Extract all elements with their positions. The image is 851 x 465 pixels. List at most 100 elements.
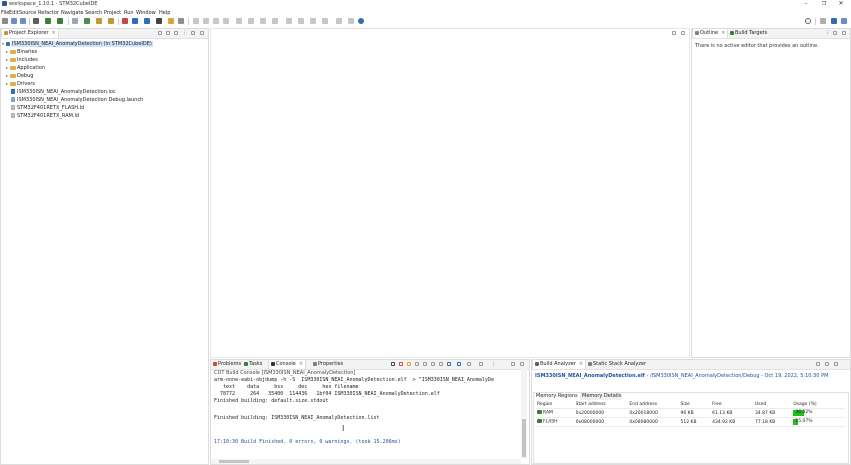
view-menu-icon[interactable]: ⋮: [182, 31, 187, 36]
open-console-icon[interactable]: [447, 362, 451, 366]
close-icon[interactable]: ×: [579, 361, 583, 367]
navigate-icon[interactable]: [310, 18, 316, 24]
maximize-view-icon[interactable]: [681, 31, 685, 35]
close-button[interactable]: ✕: [832, 0, 850, 8]
close-icon[interactable]: ×: [721, 30, 725, 36]
close-icon[interactable]: ×: [299, 361, 303, 367]
display-selected-icon[interactable]: [479, 362, 483, 366]
last-edit-icon[interactable]: [272, 18, 278, 24]
build-icon[interactable]: [33, 18, 39, 24]
console-dropdown-icon[interactable]: [467, 362, 471, 366]
view-menu-icon[interactable]: ⋮: [491, 362, 496, 367]
tab-build-analyzer[interactable]: Build Analyzer ×: [532, 360, 587, 369]
tree-item-includes[interactable]: ▸ Includes: [6, 56, 38, 64]
forward-icon[interactable]: [223, 18, 229, 24]
debug-launch-icon[interactable]: [144, 18, 150, 24]
tab-console[interactable]: Console ×: [268, 360, 307, 369]
tree-item-ioc[interactable]: ISM330ISN_NEAI_AnomalyDetection.ioc: [11, 88, 116, 96]
console-output[interactable]: CDT Build Console [ISM330ISN_NEAI_Anomal…: [211, 369, 529, 465]
refresh-icon[interactable]: [816, 362, 820, 366]
debug-perspective-icon[interactable]: [841, 18, 847, 24]
collapse-all-icon[interactable]: [158, 31, 162, 35]
menu-help[interactable]: Help: [159, 10, 170, 16]
back-icon[interactable]: [213, 18, 219, 24]
new-icon[interactable]: [2, 18, 8, 24]
column-header[interactable]: Start address: [573, 400, 628, 409]
tree-item-flash-ld[interactable]: STM32F401RETX_FLASH.ld: [11, 104, 84, 112]
tab-memory-regions[interactable]: Memory Regions: [534, 393, 581, 400]
tab-static-stack-analyzer[interactable]: Static Stack Analyzer: [586, 360, 648, 369]
maximize-view-icon[interactable]: [834, 362, 838, 366]
column-header[interactable]: End address: [627, 400, 679, 409]
word-wrap-icon[interactable]: [415, 362, 419, 366]
navigate-forward-icon[interactable]: [298, 18, 304, 24]
menu-refactor[interactable]: Refactor: [38, 10, 59, 16]
search-icon[interactable]: [805, 18, 811, 24]
tree-item-ram-ld[interactable]: STM32F401RETX_RAM.ld: [11, 112, 79, 120]
show-console-icon[interactable]: [431, 362, 435, 366]
block-select-icon[interactable]: [260, 18, 266, 24]
prev-annotation-icon[interactable]: [193, 18, 199, 24]
maximize-view-icon[interactable]: [200, 31, 204, 35]
menu-search[interactable]: Search: [85, 10, 102, 16]
maximize-view-icon[interactable]: [842, 31, 846, 35]
minimize-button[interactable]: –: [797, 0, 815, 8]
minimize-view-icon[interactable]: [511, 362, 515, 366]
column-header[interactable]: Region: [535, 400, 574, 409]
tab-build-targets[interactable]: Build Targets: [728, 29, 769, 38]
minimize-view-icon[interactable]: [191, 31, 195, 35]
tab-memory-details[interactable]: Memory Details: [580, 393, 622, 400]
column-header[interactable]: Size: [678, 400, 711, 409]
external-tools-icon[interactable]: [72, 18, 78, 24]
menu-edit[interactable]: Edit: [9, 10, 19, 16]
menu-project[interactable]: Project: [104, 10, 121, 16]
tab-tasks[interactable]: Tasks: [242, 360, 264, 369]
menu-run[interactable]: Run: [124, 10, 134, 16]
maximize-button[interactable]: ❐: [815, 0, 833, 8]
tab-properties[interactable]: Properties: [311, 360, 345, 369]
open-folder-icon[interactable]: [108, 18, 114, 24]
save-all-icon[interactable]: [20, 18, 26, 24]
toggle-mark-icon[interactable]: [248, 18, 254, 24]
cpp-perspective-icon[interactable]: [831, 18, 837, 24]
display-console-icon[interactable]: [439, 362, 443, 366]
scroll-lock-icon[interactable]: [407, 362, 411, 366]
stop-icon[interactable]: [122, 18, 128, 24]
maximize-view-icon[interactable]: [520, 362, 524, 366]
pin-console-icon[interactable]: [423, 362, 427, 366]
info-icon[interactable]: [358, 18, 364, 24]
minimize-view-icon[interactable]: [833, 31, 837, 35]
scrollbar-thumb[interactable]: [219, 460, 249, 463]
link-editor-icon[interactable]: [166, 31, 170, 35]
search-file-icon[interactable]: [168, 18, 174, 24]
menu-navigate[interactable]: Navigate: [61, 10, 83, 16]
tree-item-application[interactable]: ▸ Application: [6, 64, 45, 72]
menu-source[interactable]: Source: [19, 10, 36, 16]
horizontal-scrollbar[interactable]: [211, 459, 521, 464]
column-header[interactable]: Used: [753, 400, 792, 409]
tree-item-binaries[interactable]: ▸ Binaries: [6, 48, 37, 56]
view-menu-icon[interactable]: ⋮: [825, 31, 830, 36]
search-icon-small[interactable]: [178, 18, 184, 24]
column-header[interactable]: Free: [710, 400, 754, 409]
pin-icon[interactable]: [236, 18, 242, 24]
tree-item-debug[interactable]: ▸ Debug: [6, 72, 33, 80]
debug-icon[interactable]: [45, 18, 51, 24]
minimize-view-icon[interactable]: [672, 31, 676, 35]
tree-root[interactable]: ▾ ISM330ISN_NEAI_AnomalyDetection (in STM…: [2, 40, 153, 48]
menu-window[interactable]: Window: [136, 10, 156, 16]
run-icon[interactable]: [57, 18, 63, 24]
vertical-scrollbar[interactable]: [521, 369, 527, 459]
terminate-icon[interactable]: [399, 362, 403, 366]
clear-console-icon[interactable]: [391, 362, 395, 366]
next-annotation-icon[interactable]: [203, 18, 209, 24]
tab-outline[interactable]: Outline ×: [692, 29, 729, 38]
link-icon[interactable]: [348, 18, 354, 24]
perspective-icon[interactable]: [820, 18, 826, 24]
scrollbar-thumb[interactable]: [522, 419, 526, 457]
column-header[interactable]: Usage (%): [791, 400, 845, 409]
navigate-fwd-icon[interactable]: [322, 18, 328, 24]
tab-project-explorer[interactable]: Project Explorer ×: [1, 29, 59, 38]
table-row[interactable]: RAM 0x20000000 0x20018000 96 KB 61.13 KB…: [535, 408, 845, 418]
minimize-view-icon[interactable]: [825, 362, 829, 366]
